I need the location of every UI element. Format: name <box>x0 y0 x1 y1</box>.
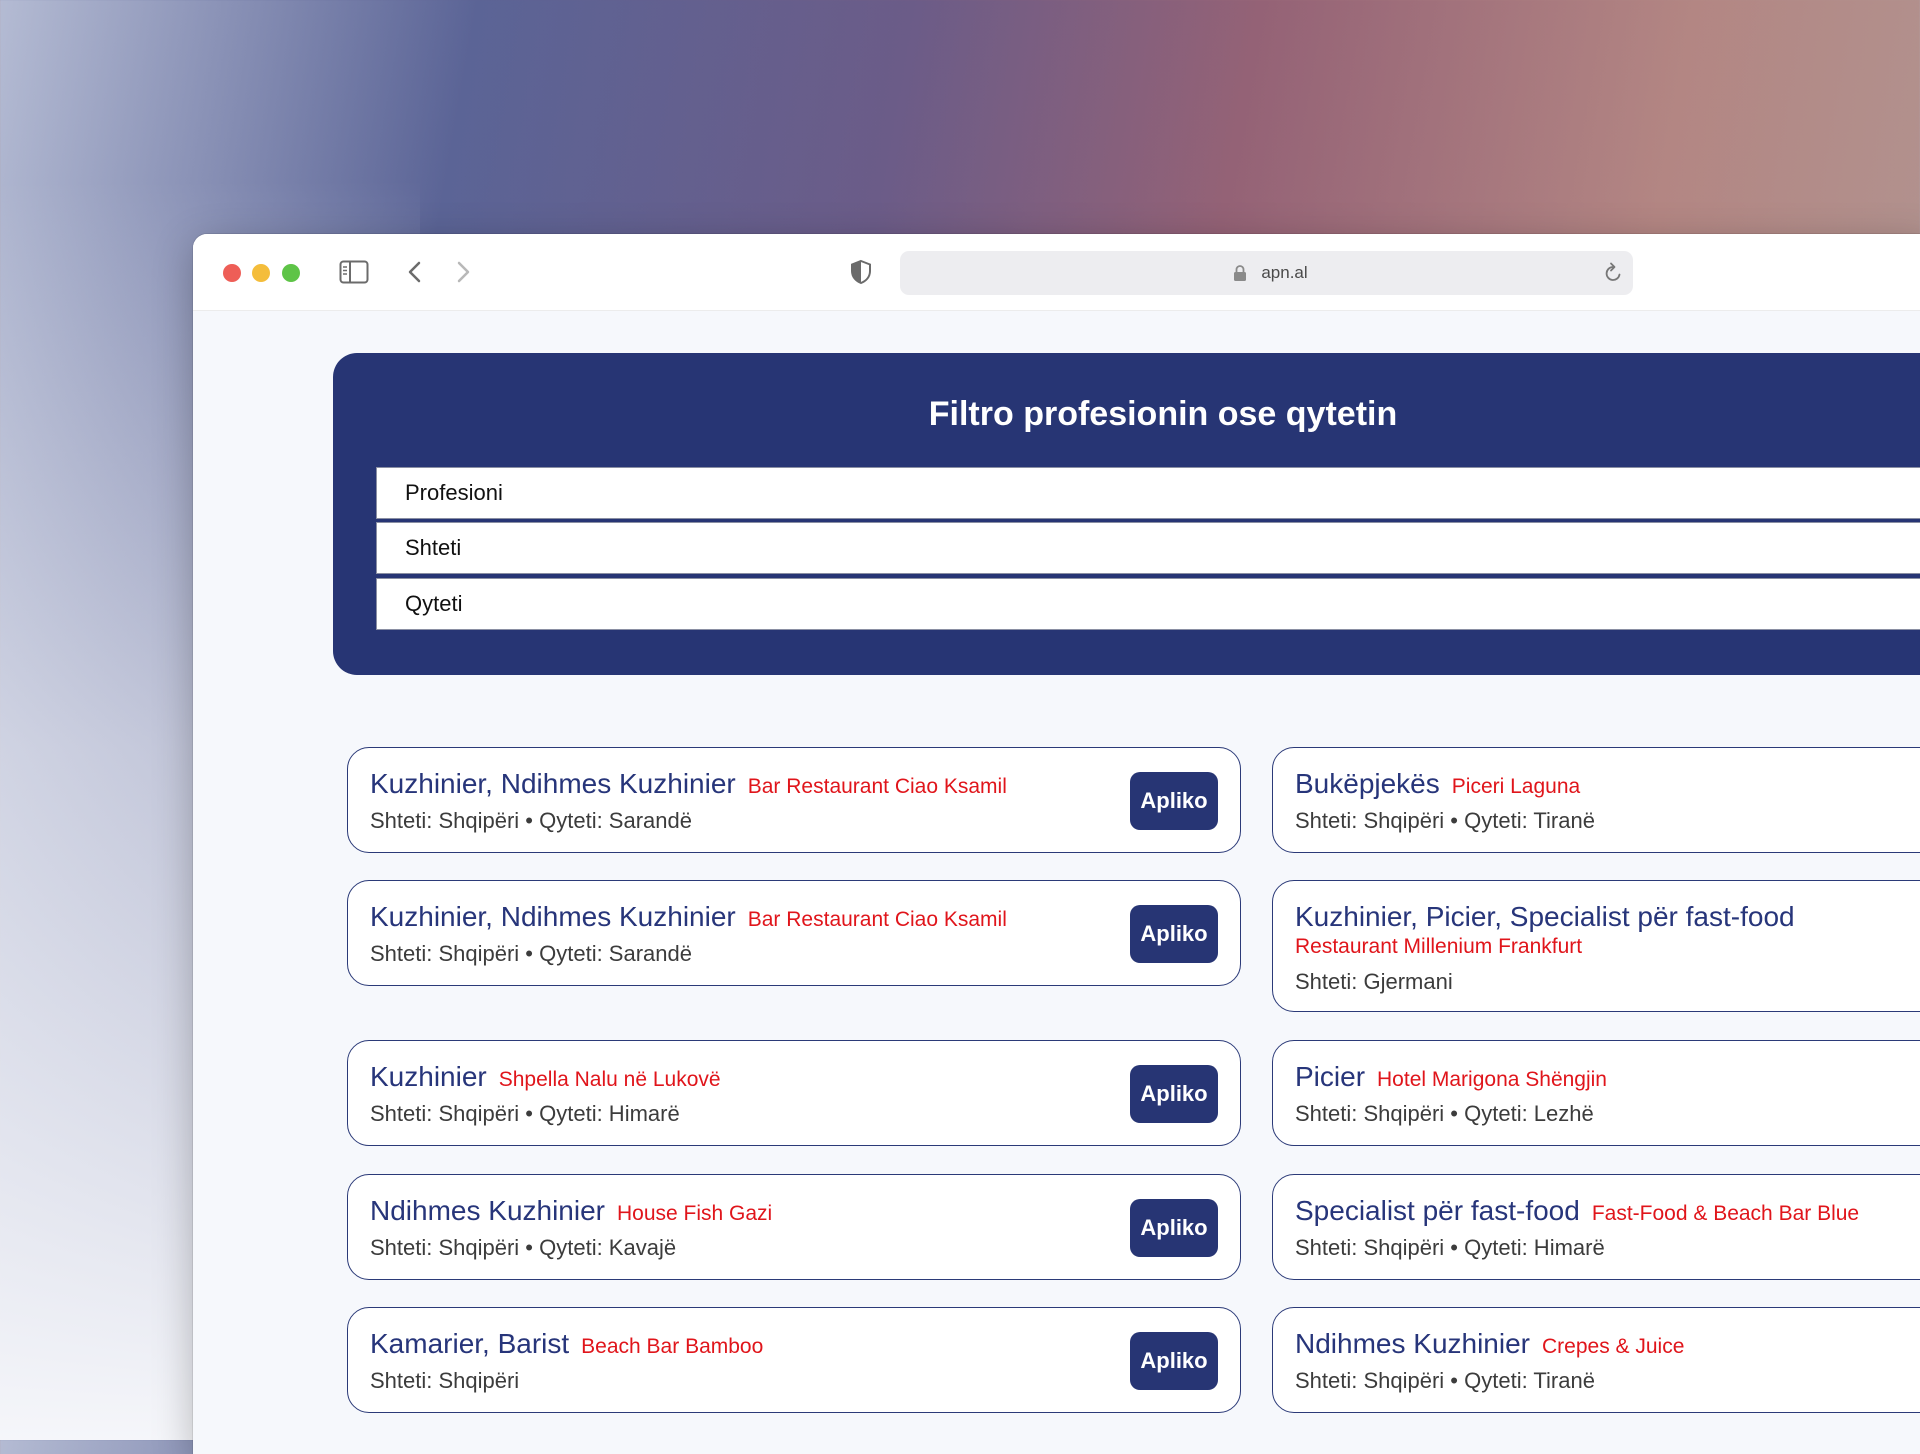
job-location: Shteti: Shqipëri • Qyteti: Sarandë <box>370 941 692 966</box>
job-title[interactable]: Specialist për fast-food <box>1295 1195 1580 1226</box>
job-location: Shteti: Shqipëri • Qyteti: Lezhë <box>1295 1101 1594 1126</box>
job-company: House Fish Gazi <box>617 1202 773 1225</box>
profession-input[interactable] <box>376 467 1920 519</box>
privacy-shield-icon[interactable] <box>848 256 874 288</box>
browser-window: apn.al Filtro profesionin ose qytetin Ku… <box>193 234 1920 1454</box>
minimize-window-button[interactable] <box>252 264 270 282</box>
job-title[interactable]: Bukëpjekës <box>1295 768 1440 799</box>
url-text: apn.al <box>1261 263 1308 282</box>
zoom-window-button[interactable] <box>282 264 300 282</box>
job-card[interactable]: Kuzhinier, Picier, Specialist për fast-f… <box>1272 880 1920 1012</box>
apply-button[interactable]: Apliko <box>1130 905 1218 963</box>
job-card[interactable]: Kamarier, Barist Beach Bar Bamboo Shteti:… <box>347 1307 1241 1413</box>
forward-arrow-icon[interactable] <box>453 256 473 288</box>
address-bar[interactable]: apn.al <box>900 251 1633 295</box>
job-location: Shteti: Shqipëri • Qyteti: Sarandë <box>370 808 692 833</box>
job-company: Shpella Nalu në Lukovë <box>498 1068 721 1091</box>
job-company: Bar Restaurant Ciao Ksamil <box>747 775 1007 798</box>
job-title[interactable]: Kuzhinier, Ndihmes Kuzhinier <box>370 768 736 799</box>
job-company: Piceri Laguna <box>1451 775 1581 798</box>
job-company: Fast-Food & Beach Bar Blue <box>1591 1202 1860 1225</box>
job-card[interactable]: Specialist për fast-food Fast-Food & Beac… <box>1272 1174 1920 1280</box>
filter-title: Filtro profesionin ose qytetin <box>928 395 1398 433</box>
job-location: Shteti: Shqipëri • Qyteti: Tiranë <box>1295 808 1595 833</box>
job-location: Shteti: Gjermani <box>1295 969 1453 994</box>
job-title[interactable]: Ndihmes Kuzhinier <box>1295 1328 1530 1359</box>
apply-button[interactable]: Apliko <box>1130 1199 1218 1257</box>
job-card[interactable]: Kuzhinier Shpella Nalu në Lukovë Shteti: … <box>347 1040 1241 1146</box>
browser-toolbar: apn.al <box>193 234 1920 311</box>
country-input[interactable] <box>376 522 1920 574</box>
job-card[interactable]: Ndihmes Kuzhinier House Fish Gazi Shteti:… <box>347 1174 1241 1280</box>
job-title[interactable]: Kuzhinier <box>370 1061 487 1092</box>
job-company: Hotel Marigona Shëngjin <box>1377 1068 1607 1091</box>
job-title[interactable]: Ndihmes Kuzhinier <box>370 1195 605 1226</box>
job-location: Shteti: Shqipëri • Qyteti: Tiranë <box>1295 1368 1595 1393</box>
close-window-button[interactable] <box>223 264 241 282</box>
job-title[interactable]: Kuzhinier, Ndihmes Kuzhinier <box>370 901 736 932</box>
apply-button[interactable]: Apliko <box>1130 772 1218 830</box>
back-arrow-icon[interactable] <box>405 256 425 288</box>
job-card[interactable]: Kuzhinier, Ndihmes Kuzhinier Bar Restaura… <box>347 747 1241 853</box>
city-input[interactable] <box>376 578 1920 630</box>
reload-icon[interactable] <box>1603 262 1623 289</box>
job-card[interactable]: Kuzhinier, Ndihmes Kuzhinier Bar Restaura… <box>347 880 1241 986</box>
job-card[interactable]: Ndihmes Kuzhinier Crepes & Juice Shteti: … <box>1272 1307 1920 1413</box>
job-title[interactable]: Picier <box>1295 1061 1365 1092</box>
job-company: Restaurant Millenium Frankfurt <box>1295 935 1583 958</box>
job-location: Shteti: Shqipëri • Qyteti: Kavajë <box>370 1235 677 1260</box>
job-company: Beach Bar Bamboo <box>581 1335 764 1358</box>
apply-button[interactable]: Apliko <box>1130 1065 1218 1123</box>
job-company: Crepes & Juice <box>1542 1335 1685 1358</box>
job-company: Bar Restaurant Ciao Ksamil <box>747 908 1007 931</box>
job-card[interactable]: Bukëpjekës Piceri Laguna Shteti: Shqipëri… <box>1272 747 1920 853</box>
filter-panel: Filtro profesionin ose qytetin <box>333 353 1920 675</box>
job-location: Shteti: Shqipëri • Qyteti: Himarë <box>370 1101 680 1126</box>
apply-button[interactable]: Apliko <box>1130 1332 1218 1390</box>
sidebar-toggle-icon[interactable] <box>338 256 370 288</box>
job-card[interactable]: Picier Hotel Marigona Shëngjin Shteti: Sh… <box>1272 1040 1920 1146</box>
job-title[interactable]: Kamarier, Barist <box>370 1328 569 1359</box>
job-location: Shteti: Shqipëri • Qyteti: Himarë <box>1295 1235 1605 1260</box>
job-title[interactable]: Kuzhinier, Picier, Specialist për fast-f… <box>1295 901 1795 932</box>
job-location: Shteti: Shqipëri <box>370 1368 520 1393</box>
